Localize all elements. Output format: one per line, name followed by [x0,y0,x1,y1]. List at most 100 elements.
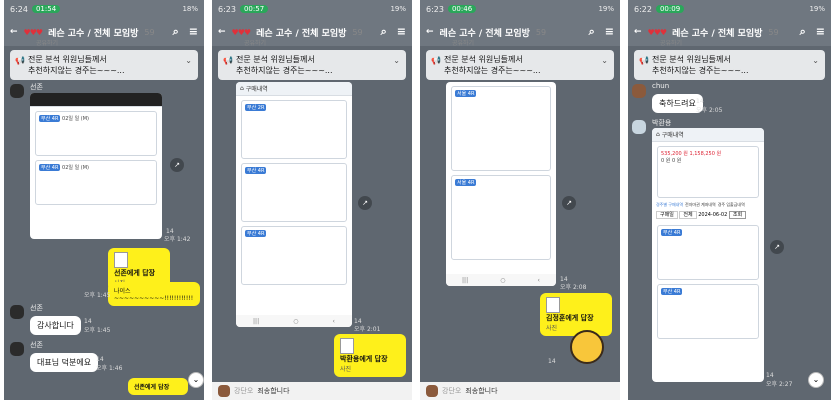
message-bubble[interactable]: 나이스~~~~~~~~~~!!!!!!!!!!!! [108,282,200,306]
call-timer-pill[interactable]: 00:57 [239,5,269,13]
tab-account[interactable]: 전자마권 계좌내역 [685,202,716,208]
back-arrow-icon[interactable]: ← [426,27,434,37]
status-bar: 6:23 00:57 19% [212,0,412,18]
shot-header: ⌂ 구매내역 [236,82,352,96]
purchase-card: 서울 4R [451,175,551,260]
race-date: 02일 일 (M) [62,116,90,122]
avatar[interactable] [10,84,24,98]
tab-deposit[interactable]: 경주 입출금내역 [718,202,745,208]
reply-title: 선존에게 답장 [114,269,156,277]
call-timer-pill[interactable]: 00:46 [447,5,477,13]
search-icon[interactable]: ⌕ [381,25,387,39]
shared-screenshot[interactable]: 부산 4R 02일 일 (M) 부산 4R 02일 일 (M) [30,93,162,239]
message-bubble[interactable]: 감사합니다 [30,316,81,335]
menu-icon[interactable]: ≡ [605,25,614,39]
photo-thumb-icon [114,252,128,268]
chevron-down-icon[interactable]: ⌄ [185,55,192,66]
shot-statusbar [30,93,162,107]
scroll-down-icon[interactable]: ⌄ [808,372,824,388]
sender-name: 선존 [30,304,43,312]
share-label[interactable]: 공유하기 [36,38,58,47]
tab-race[interactable]: 경주별 구매내역 [656,202,683,208]
reply-photo-bubble[interactable]: 박환용에게 답장 사진 [334,334,406,377]
chat-header: ← ♥♥♥ 레슨 고수 / 전체 모임방 59 ⌕ ≡ [628,18,831,46]
chevron-down-icon[interactable]: ⌄ [601,55,608,66]
reply-input-bar[interactable]: 강단오 죄송합니다 [420,382,620,400]
shot-header: ⌂ 구매내역 [652,128,764,142]
notice-banner[interactable]: 📢 전문 분석 위원님들께서 추천하지않는 경주는~~~... ⌄ [426,50,614,80]
battery-percent: 19% [598,5,614,13]
heart-icons: ♥♥♥ [231,27,251,37]
search-icon[interactable]: ⌕ [800,25,806,39]
call-timer-pill[interactable]: 01:54 [31,5,61,13]
unread-count: 14 [96,356,104,363]
race-tag: 부산 4R [39,164,61,171]
shot-title: 구매내역 [661,132,684,139]
message-time: 오후 1:46 [96,365,123,372]
share-icon[interactable]: ↗ [562,196,576,210]
notice-line-2: 추천하지않는 경주는~~~... [236,66,333,75]
member-count: 59 [352,27,363,37]
reply-photo-bubble[interactable]: 김정훈에게 답장 사진 [540,293,612,336]
race-tag: 부산 4R [661,229,683,236]
type-select[interactable]: 전체 [679,211,697,219]
share-label[interactable]: 공유하기 [244,38,266,47]
avatar[interactable] [632,84,646,98]
message-bubble[interactable]: 대표님 덕분에요 [30,353,99,372]
menu-icon[interactable]: ≡ [397,25,406,39]
reply-input-bar[interactable]: 강단오 죄송합니다 [212,382,412,400]
menu-icon[interactable]: ≡ [189,25,198,39]
chat-panel-3: 6:23 00:46 19% ← 레슨 고수 / 전체 모임방 59 ⌕ ≡ 공유… [420,0,620,400]
battery-percent: 18% [182,5,198,13]
avatar [218,385,230,397]
search-icon[interactable]: ⌕ [589,25,595,39]
reply-title: 김정훈에게 답장 [546,314,594,322]
reply-preview-text: 죄송합니다 [257,387,290,395]
chat-title: 레슨 고수 / 전체 모임방 [48,28,139,39]
message-time: 오후 1:42 [164,236,191,243]
notice-banner[interactable]: 📢 전문 분석 위원님들께서 추천하지않는 경주는~~~... ⌄ [218,50,406,80]
call-timer-pill[interactable]: 00:09 [655,5,685,13]
shared-screenshot[interactable]: ⌂ 구매내역 부산 2R 부산 4R 부산 4R ||| ○ ‹ [236,82,352,327]
reply-title: 박환용에게 답장 [340,355,388,363]
notice-line-1: 전문 분석 위원님들께서 [652,55,731,64]
avatar [426,385,438,397]
notice-banner[interactable]: 📢 전문 분석 위원님들께서 추천하지않는 경주는~~~... ⌄ [634,50,825,80]
avatar[interactable] [632,120,646,134]
megaphone-icon: 📢 [639,56,649,65]
share-icon[interactable]: ↗ [358,196,372,210]
status-bar: 6:24 01:54 18% [4,0,204,18]
search-icon[interactable]: ⌕ [173,25,179,39]
sender-name: 선존 [30,83,43,91]
chat-title: 레슨 고수 / 전체 모임방 [439,28,530,39]
avatar[interactable] [10,305,24,319]
date-type-select[interactable]: 구매일 [656,211,678,219]
shared-screenshot[interactable]: 서울 4R 서울 4R ||| ○ ‹ [446,82,556,286]
notice-line-2: 추천하지않는 경주는~~~... [28,66,125,75]
race-tag: 부산 4R [245,230,267,237]
back-arrow-icon[interactable]: ← [10,27,18,37]
menu-icon[interactable]: ≡ [816,25,825,39]
scroll-down-icon[interactable]: ⌄ [188,372,204,388]
race-tag: 부산 4R [245,167,267,174]
share-label[interactable]: 공유하기 [452,38,474,47]
share-icon[interactable]: ↗ [770,240,784,254]
share-label[interactable]: 공유하기 [660,38,682,47]
back-arrow-icon[interactable]: ← [634,27,642,37]
back-arrow-icon[interactable]: ← [218,27,226,37]
chevron-down-icon[interactable]: ⌄ [393,55,400,66]
member-count: 59 [535,27,547,37]
status-time: 6:22 [634,4,652,14]
reply-photo-bubble[interactable]: 선존에게 답장 [128,378,188,395]
chevron-down-icon[interactable]: ⌄ [812,55,819,66]
megaphone-icon: 📢 [15,56,25,65]
home-icon: ⌂ [656,131,660,138]
avatar[interactable] [10,342,24,356]
search-button[interactable]: 조회 [728,211,747,219]
share-icon[interactable]: ↗ [170,158,184,172]
sender-name: chun [652,82,670,90]
notice-banner[interactable]: 📢 전문 분석 위원님들께서 추천하지않는 경주는~~~... ⌄ [10,50,198,80]
date-field[interactable]: 2024-06-02 [698,212,727,218]
heart-icons: ♥♥♥ [23,27,43,37]
shared-screenshot[interactable]: ⌂ 구매내역 535,200 원 1,158,250 원 0 원 0 원 경주별… [652,128,764,382]
